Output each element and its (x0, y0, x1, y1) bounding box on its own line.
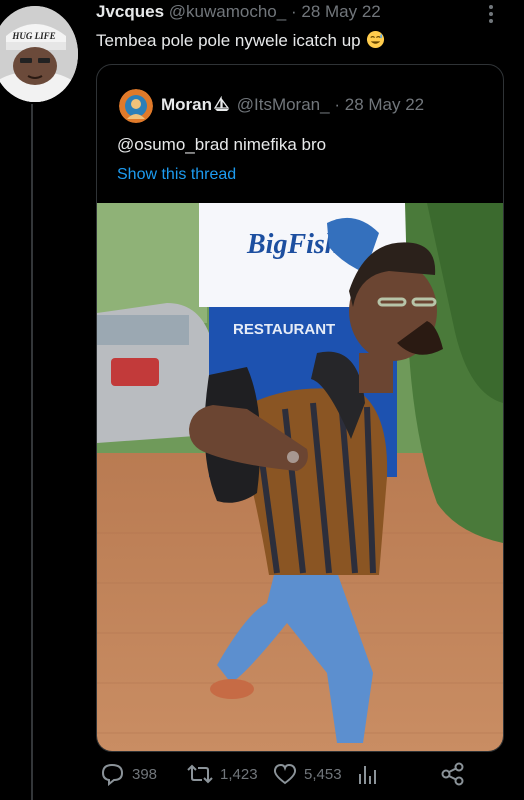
sweat-smile-icon (366, 30, 385, 49)
retweet-icon (186, 762, 214, 786)
tweet-text-content: Tembea pole pole nywele icatch up (96, 31, 361, 50)
avatar-cap-text: HUG LIFE (11, 31, 55, 41)
quoted-tweet-photo[interactable]: BigFish RESTAURANT (97, 203, 503, 751)
photo-scene: BigFish RESTAURANT (97, 203, 503, 751)
header-separator: · (290, 2, 297, 21)
quoted-tweet-header: Moran @ItsMoran_ · 28 May 22 (161, 95, 424, 115)
heart-icon (272, 762, 298, 786)
author-avatar[interactable]: HUG LIFE (0, 6, 78, 102)
thread-connector-line (31, 104, 33, 800)
quoted-handle[interactable]: @ItsMoran_ (237, 95, 330, 114)
tweet-date[interactable]: 28 May 22 (301, 2, 380, 21)
reply-button[interactable]: 398 (100, 762, 157, 786)
tweet-text: Tembea pole pole nywele icatch up (96, 30, 385, 51)
sign-brand-text: BigFish (246, 229, 340, 260)
share-icon (440, 762, 466, 786)
quoted-tweet-text: @osumo_brad nimefika bro (117, 135, 327, 154)
author-display-name[interactable]: Jvcques (96, 2, 164, 21)
quoted-tweet-card[interactable]: Moran @ItsMoran_ · 28 May 22 @osumo_brad… (96, 64, 504, 752)
analytics-button[interactable] (356, 762, 378, 786)
reply-icon (100, 762, 126, 786)
retweet-button[interactable]: 1,423 (186, 762, 258, 786)
bar-chart-icon (356, 762, 378, 786)
retweet-count: 1,423 (220, 765, 258, 783)
quoted-separator: · (334, 95, 340, 114)
show-thread-link[interactable]: Show this thread (117, 166, 236, 184)
tweet-action-bar: 398 1,423 5,453 (100, 762, 520, 796)
author-handle[interactable]: @kuwamocho_ (169, 2, 286, 21)
quoted-author-avatar[interactable] (119, 89, 153, 123)
quoted-display-name[interactable]: Moran (161, 95, 212, 114)
sign-banner-text: RESTAURANT (233, 321, 335, 338)
like-count: 5,453 (304, 765, 342, 783)
tweet-header: Jvcques @kuwamocho_ · 28 May 22 (96, 2, 484, 24)
quoted-date[interactable]: 28 May 22 (345, 95, 424, 114)
like-button[interactable]: 5,453 (272, 762, 342, 786)
author-avatar-image: HUG LIFE (0, 6, 78, 102)
share-button[interactable] (440, 762, 466, 786)
reply-count: 398 (132, 765, 158, 783)
sailboat-icon (212, 95, 232, 112)
more-options-icon[interactable] (482, 2, 500, 28)
